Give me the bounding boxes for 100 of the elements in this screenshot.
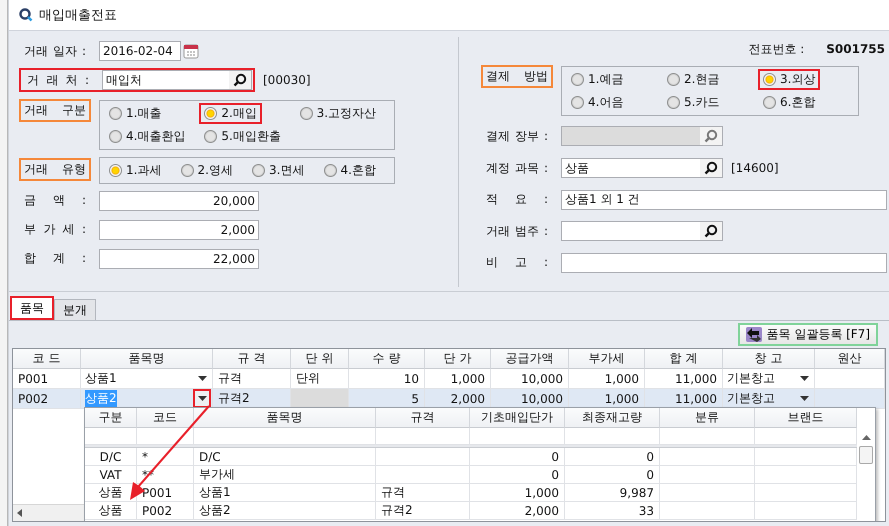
search-icon bbox=[704, 224, 718, 238]
radio-button[interactable] bbox=[324, 164, 336, 176]
bulk-register-button[interactable]: 품목 일괄등록 [F7] bbox=[738, 323, 878, 346]
radio-option[interactable]: 4.매출환입 bbox=[104, 126, 190, 146]
radio-button[interactable] bbox=[109, 106, 122, 120]
column-header[interactable]: 품목명 bbox=[194, 408, 376, 428]
calendar-icon[interactable] bbox=[183, 43, 199, 59]
table-cell: VAT bbox=[85, 466, 137, 484]
lookup-field[interactable] bbox=[561, 221, 723, 241]
radio-option[interactable]: 1.과세 bbox=[104, 160, 166, 180]
column-header[interactable]: 규격 bbox=[376, 408, 470, 428]
radio-button[interactable] bbox=[571, 72, 584, 86]
text-field[interactable]: 상품1 외 1 건 bbox=[561, 190, 887, 210]
table-cell: 상품2 bbox=[194, 502, 376, 520]
column-header[interactable]: 코 드 bbox=[13, 349, 81, 369]
caret-icon bbox=[198, 376, 206, 381]
lookup-field[interactable]: 상품 bbox=[561, 158, 723, 178]
radio-option[interactable]: 5.카드 bbox=[662, 92, 724, 112]
radio-button[interactable] bbox=[109, 164, 122, 176]
column-header[interactable]: 분류 bbox=[660, 408, 755, 428]
radio-button[interactable] bbox=[300, 106, 313, 120]
table-cell: P002 bbox=[13, 389, 81, 409]
radio-option[interactable]: 2.현금 bbox=[662, 68, 724, 90]
search-icon bbox=[704, 129, 718, 143]
radio-button[interactable] bbox=[667, 96, 680, 108]
caret-icon bbox=[198, 396, 206, 401]
column-header[interactable]: 부가세 bbox=[569, 349, 645, 369]
radio-option[interactable]: 5.매입환출 bbox=[199, 126, 286, 146]
search-icon bbox=[233, 73, 247, 87]
dropdown-button[interactable] bbox=[193, 389, 211, 408]
field-label: 거 래 처 : bbox=[26, 72, 90, 88]
field-label: 비 고 : bbox=[485, 254, 549, 271]
text-field[interactable] bbox=[561, 252, 887, 272]
tab[interactable]: 분개 bbox=[54, 299, 96, 320]
amount-field[interactable]: 2,000 bbox=[99, 220, 259, 240]
column-header[interactable]: 단 가 bbox=[425, 349, 491, 369]
radio-button[interactable] bbox=[763, 72, 776, 86]
radio-button[interactable] bbox=[571, 96, 584, 108]
table-cell: D/C bbox=[85, 448, 137, 466]
radio-button[interactable] bbox=[204, 130, 218, 142]
lookup-field[interactable]: 매입처 bbox=[102, 70, 252, 90]
table-cell: 상품1 bbox=[194, 484, 376, 502]
table-cell: 규격 bbox=[376, 484, 470, 502]
caret-icon bbox=[800, 396, 808, 401]
column-header[interactable]: 원산 bbox=[815, 349, 885, 369]
table-cell: 9,987 bbox=[565, 484, 660, 502]
radio-button[interactable] bbox=[667, 72, 680, 86]
voucher-label: 전표번호 : bbox=[748, 40, 804, 58]
group-label: 거래 구분 bbox=[19, 99, 91, 122]
radio-option[interactable]: 1.매출 bbox=[104, 102, 166, 124]
date-field[interactable]: 2016-02-04 bbox=[99, 41, 181, 61]
amount-field[interactable]: 22,000 bbox=[99, 248, 259, 268]
radio-option[interactable]: 3.면세 bbox=[247, 160, 310, 180]
column-header[interactable]: 최종재고량 bbox=[565, 408, 660, 428]
table-cell: D/C bbox=[194, 448, 376, 466]
scroll-up-icon[interactable] bbox=[862, 435, 870, 440]
radio-option[interactable]: 4.혼합 bbox=[318, 160, 381, 180]
radio-option[interactable]: 1.예금 bbox=[566, 68, 628, 90]
table-cell: 0 bbox=[470, 448, 565, 466]
table-cell: 기본창고 bbox=[727, 390, 775, 407]
radio-button[interactable] bbox=[763, 96, 776, 108]
column-header[interactable]: 합 계 bbox=[645, 349, 723, 369]
table-cell: P002 bbox=[137, 502, 194, 520]
column-header[interactable]: 규 격 bbox=[213, 349, 291, 369]
column-header[interactable]: 품목명 bbox=[81, 349, 213, 369]
table-cell: 2,000 bbox=[470, 502, 565, 520]
radio-option[interactable]: 2.매입 bbox=[199, 102, 262, 124]
radio-button[interactable] bbox=[109, 130, 122, 142]
column-header[interactable]: 공급가액 bbox=[491, 349, 569, 369]
radio-button[interactable] bbox=[180, 164, 194, 176]
horizontal-scrollbar[interactable] bbox=[13, 504, 85, 521]
tab[interactable]: 품목 bbox=[10, 296, 54, 320]
radio-option[interactable]: 2.영세 bbox=[176, 160, 238, 180]
scrollbar-thumb[interactable] bbox=[859, 446, 873, 464]
radio-option[interactable]: 6.혼합 bbox=[758, 92, 820, 112]
radio-option[interactable]: 3.외상 bbox=[758, 68, 820, 90]
caret-icon bbox=[800, 376, 808, 381]
table-cell: 0 bbox=[565, 448, 660, 466]
column-header[interactable]: 기초매입단가 bbox=[470, 408, 565, 428]
column-header[interactable]: 단 위 bbox=[291, 349, 349, 369]
search-icon bbox=[704, 161, 718, 175]
column-header[interactable]: 수 량 bbox=[349, 349, 425, 369]
scroll-left-icon[interactable] bbox=[17, 509, 22, 517]
table-cell: 상품 bbox=[85, 502, 137, 520]
column-header[interactable]: 코드 bbox=[137, 408, 194, 428]
vertical-scrollbar[interactable] bbox=[857, 429, 875, 521]
table-cell: 규격2 bbox=[376, 502, 470, 520]
table-cell: 33 bbox=[565, 502, 660, 520]
column-header[interactable]: 브랜드 bbox=[755, 408, 857, 428]
radio-option[interactable]: 4.어음 bbox=[566, 92, 628, 112]
amount-field[interactable]: 20,000 bbox=[99, 190, 259, 210]
table-cell: 상품1 bbox=[85, 370, 117, 387]
radio-button[interactable] bbox=[204, 106, 218, 120]
radio-option[interactable]: 3.고정자산 bbox=[294, 102, 382, 124]
radio-button[interactable] bbox=[252, 164, 265, 176]
column-header[interactable]: 창 고 bbox=[723, 349, 815, 369]
table-cell: 부가세 bbox=[194, 466, 376, 484]
column-header[interactable]: 구분 bbox=[85, 408, 137, 428]
field-label: 금 액 : bbox=[23, 192, 87, 209]
magnifier-icon bbox=[19, 8, 33, 22]
